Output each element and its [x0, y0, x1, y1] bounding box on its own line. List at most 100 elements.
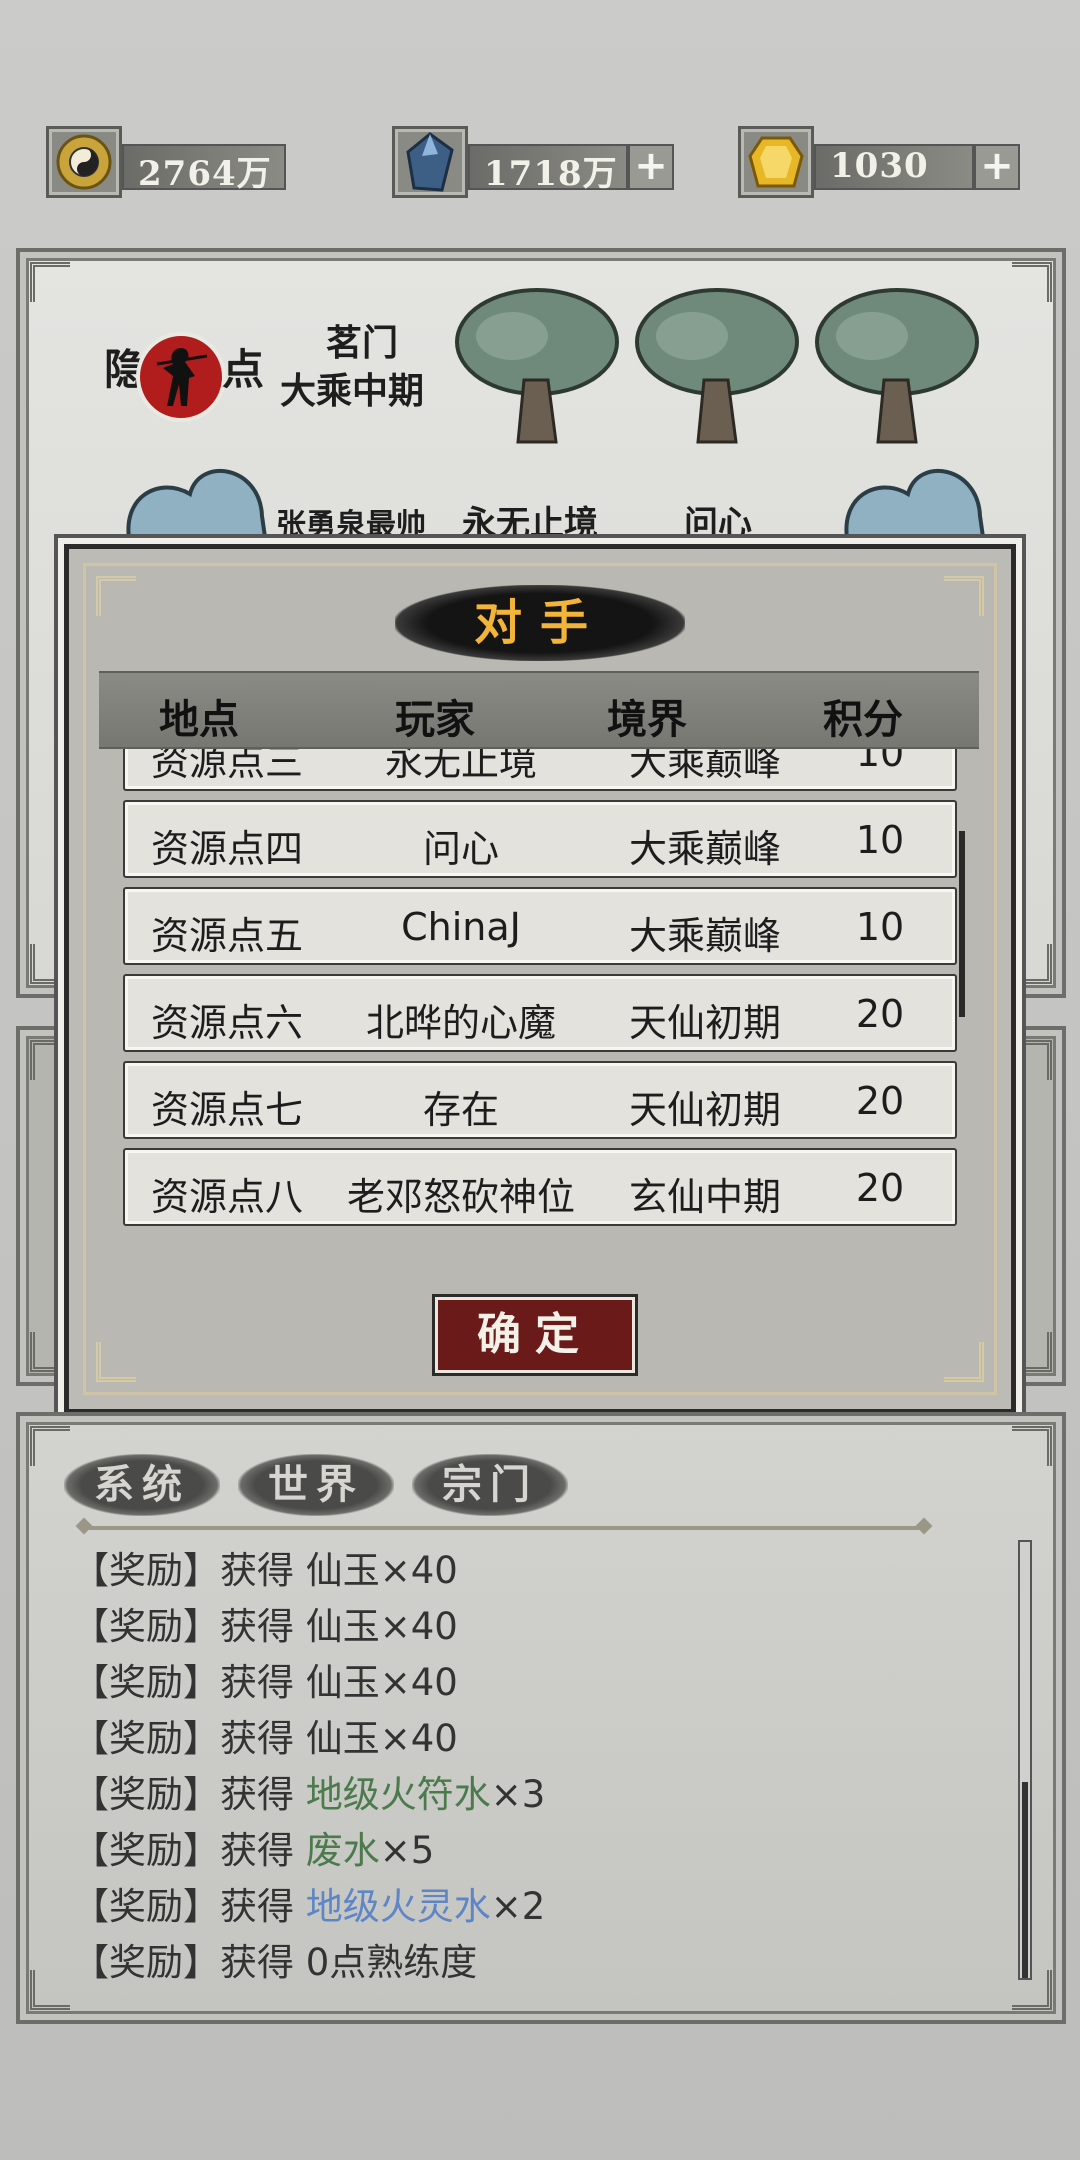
message-verb: 获得 — [220, 1829, 294, 1872]
message-verb: 获得 — [220, 1717, 294, 1760]
message-item: 地级火灵水 — [305, 1885, 491, 1928]
message-item: 0点熟练度 — [305, 1941, 478, 1984]
message-tag: 【奖励】 — [72, 1829, 220, 1872]
chat-message: 【奖励】获得 仙玉×40 — [72, 1540, 458, 1594]
table-row[interactable]: 资源点八 老邓怒砍神位 玄仙中期 20 — [123, 1148, 957, 1226]
row-player: 老邓怒砍神位 — [346, 1175, 575, 1219]
chat-message: 【奖励】获得 地级火符水×3 — [72, 1764, 545, 1818]
message-verb: 获得 — [220, 1549, 294, 1592]
message-qty: ×5 — [379, 1829, 435, 1872]
player-name-3[interactable]: 问心 — [684, 496, 752, 545]
message-tag: 【奖励】 — [72, 1773, 220, 1816]
row-location: 资源点四 — [151, 827, 304, 871]
message-tag: 【奖励】 — [72, 1885, 220, 1928]
chat-scroll-thumb[interactable] — [1022, 1782, 1028, 1978]
message-qty: ×40 — [379, 1549, 458, 1592]
list-scrollbar[interactable] — [959, 831, 965, 1017]
message-tag: 【奖励】 — [72, 1717, 220, 1760]
message-verb: 获得 — [220, 1661, 294, 1704]
row-location: 资源点三 — [151, 749, 304, 784]
yin-yang-coin-icon — [46, 126, 122, 198]
row-realm: 玄仙中期 — [628, 1175, 781, 1219]
opponent-dialog: 对手 地点 玩家 境界 积分 资源点三 永无止境 大乘巅峰 10 资源点四 问心… — [64, 544, 1016, 1414]
message-item: 废水 — [305, 1829, 380, 1872]
table-row[interactable]: 资源点三 永无止境 大乘巅峰 10 — [123, 749, 957, 791]
tree-icon — [455, 288, 619, 444]
row-location: 资源点八 — [151, 1175, 304, 1219]
crystal-value: 1718万 — [484, 154, 618, 194]
emblem-right-char: 点 — [222, 345, 265, 394]
header-realm: 境界 — [607, 696, 687, 743]
tree-icon — [815, 288, 979, 444]
message-tag: 【奖励】 — [72, 1941, 220, 1984]
sect-name: 茗门 — [326, 322, 399, 364]
player-name-1[interactable]: 张勇泉最帅 — [276, 500, 426, 544]
row-score: 10 — [855, 749, 905, 775]
message-verb: 获得 — [220, 1941, 294, 1984]
add-gem-button[interactable]: + — [974, 144, 1020, 190]
chat-message: 【奖励】获得 地级火灵水×2 — [72, 1876, 545, 1930]
chat-message: 【奖励】获得 仙玉×40 — [72, 1708, 458, 1762]
message-qty: ×40 — [379, 1661, 458, 1704]
player-name-2[interactable]: 永无止境 — [462, 496, 598, 545]
row-location: 资源点七 — [151, 1088, 304, 1132]
table-row[interactable]: 资源点四 问心 大乘巅峰 10 — [123, 800, 957, 878]
row-realm: 天仙初期 — [628, 1088, 781, 1132]
tab-sect[interactable]: 宗门 — [412, 1454, 568, 1516]
message-qty: ×2 — [490, 1885, 546, 1928]
row-location: 资源点六 — [151, 1001, 304, 1045]
currency-gold-coin: 2764万 — [46, 126, 286, 198]
table-row[interactable]: 资源点七 存在 天仙初期 20 — [123, 1061, 957, 1139]
add-crystal-button[interactable]: + — [628, 144, 674, 190]
chat-message: 【奖励】获得 0点熟练度 — [72, 1932, 477, 1986]
row-player: 存在 — [422, 1088, 499, 1132]
row-score: 10 — [855, 818, 905, 862]
dialog-title: 对手 — [395, 585, 685, 661]
row-realm: 大乘巅峰 — [628, 914, 781, 958]
tab-system[interactable]: 系统 — [64, 1454, 220, 1516]
chat-panel: 系统 世界 宗门 【奖励】获得 仙玉×40 【奖励】获得 仙玉×40 【奖励】获… — [16, 1412, 1066, 2024]
message-qty: ×3 — [490, 1773, 546, 1816]
row-realm: 大乘巅峰 — [628, 827, 781, 871]
message-tag: 【奖励】 — [72, 1549, 220, 1592]
message-verb: 获得 — [220, 1885, 294, 1928]
table-row[interactable]: 资源点六 北晔的心魔 天仙初期 20 — [123, 974, 957, 1052]
table-row[interactable]: 资源点五 ChinaJ 大乘巅峰 10 — [123, 887, 957, 965]
message-verb: 获得 — [220, 1773, 294, 1816]
sect-realm: 大乘中期 — [280, 370, 425, 412]
row-score: 20 — [855, 1166, 905, 1210]
confirm-button[interactable]: 确定 — [435, 1297, 635, 1373]
row-score: 20 — [855, 992, 905, 1036]
cloud-right-icon — [844, 469, 987, 546]
header-player: 玩家 — [395, 696, 475, 743]
gold-gem-icon — [738, 126, 814, 198]
message-verb: 获得 — [220, 1605, 294, 1648]
currency-gem: 1030 + — [738, 126, 1020, 198]
tab-world[interactable]: 世界 — [238, 1454, 394, 1516]
chat-message: 【奖励】获得 仙玉×40 — [72, 1596, 458, 1650]
currency-crystal: 1718万 + — [392, 126, 674, 198]
message-item: 仙玉 — [305, 1661, 380, 1704]
row-player: ChinaJ — [401, 905, 521, 949]
row-location: 资源点五 — [151, 914, 304, 958]
row-player: 问心 — [422, 827, 499, 871]
header-location: 地点 — [159, 696, 239, 743]
sect-emblem[interactable] — [136, 332, 226, 422]
chat-message: 【奖励】获得 废水×5 — [72, 1820, 434, 1874]
blue-crystal-icon — [392, 126, 468, 198]
message-tag: 【奖励】 — [72, 1605, 220, 1648]
header-score: 积分 — [823, 696, 903, 743]
message-item: 地级火符水 — [305, 1773, 491, 1816]
row-realm: 天仙初期 — [628, 1001, 781, 1045]
message-qty: ×40 — [379, 1717, 458, 1760]
opponent-list[interactable]: 资源点三 永无止境 大乘巅峰 10 资源点四 问心 大乘巅峰 10 资源点五 C… — [123, 749, 957, 1237]
row-score: 10 — [855, 905, 905, 949]
chat-scrollbar[interactable] — [1018, 1540, 1032, 1980]
chat-message: 【奖励】获得 仙玉×40 — [72, 1652, 458, 1706]
chat-divider — [84, 1526, 924, 1530]
row-player: 北晔的心魔 — [365, 1001, 556, 1045]
row-score: 20 — [855, 1079, 905, 1123]
table-header: 地点 玩家 境界 积分 — [99, 671, 979, 749]
row-realm: 大乘巅峰 — [628, 749, 781, 784]
tree-icon — [635, 288, 799, 444]
